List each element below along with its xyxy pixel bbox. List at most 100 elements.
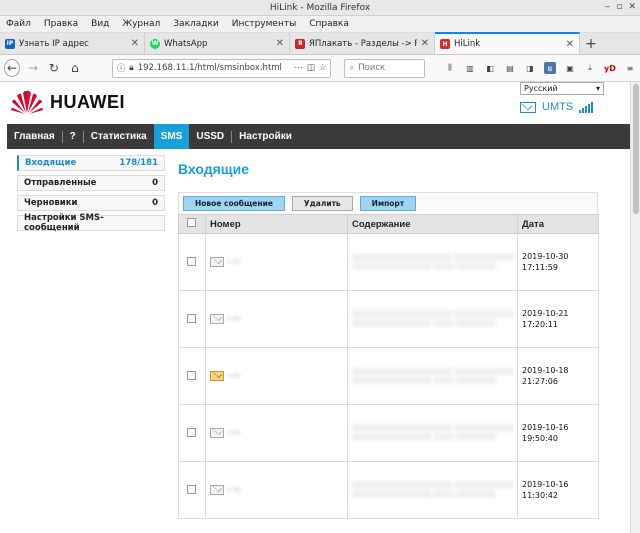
url-bar[interactable]: ⓘ 🔒︎ 192.168.11.1/html/smsinbox.html ⋯ ◫…	[111, 58, 332, 78]
menu-history[interactable]: Журнал	[122, 19, 160, 29]
hamburger-menu-icon[interactable]: ≡	[624, 62, 636, 74]
tab-ip[interactable]: IP Узнать IP адрес ✕	[0, 33, 145, 54]
yandex-icon[interactable]: yD	[604, 62, 616, 74]
screenshot-icon[interactable]: ▣	[564, 62, 576, 74]
table-row[interactable]: +70 ░░░░░░░░░░░░░░░░░░░░ ░░░░░░░░░░░░ ░░░…	[178, 347, 599, 405]
envelope-icon	[210, 484, 224, 495]
select-all-checkbox[interactable]	[187, 218, 196, 227]
home-icon[interactable]: ⌂	[67, 59, 83, 77]
row-checkbox[interactable]	[187, 256, 196, 266]
sidebar-item-label: Отправленные	[24, 178, 97, 188]
maximize-icon[interactable]: ▫	[616, 2, 622, 12]
table-header-row: Номер Содержание Дата	[178, 214, 599, 234]
row-content-cell[interactable]: ░░░░░░░░░░░░░░░░░░░░ ░░░░░░░░░░░░ ░░░░░░…	[347, 233, 518, 291]
sidebar-item-drafts[interactable]: Черновики 0	[17, 195, 165, 211]
whatsapp-favicon-icon: W	[150, 38, 160, 49]
menu-edit[interactable]: Правка	[44, 19, 78, 29]
reader-icon[interactable]: ◨	[524, 62, 536, 74]
row-content-cell[interactable]: ░░░░░░░░░░░░░░░░░░░░ ░░░░░░░░░░░░ ░░░░░░…	[347, 461, 518, 519]
download-icon[interactable]: ⤓	[584, 62, 596, 74]
page-scrollbar[interactable]: ▲	[630, 82, 640, 533]
row-checkbox[interactable]	[187, 313, 196, 323]
menu-help[interactable]: Справка	[309, 19, 349, 29]
redacted-number-blur: +70	[226, 429, 241, 438]
menu-tools[interactable]: Инструменты	[232, 19, 296, 29]
nav-help[interactable]: ?	[63, 124, 83, 149]
extension-icon[interactable]: ◧	[484, 62, 496, 74]
minimize-icon[interactable]: ‒	[605, 2, 611, 12]
network-type: UMTS	[542, 101, 574, 113]
sms-table: Номер Содержание Дата +70 ░░░░░░░░░░░░░░░…	[178, 214, 599, 519]
nav-sms[interactable]: SMS	[153, 124, 190, 149]
row-select-cell	[178, 290, 206, 348]
pocket-icon[interactable]: ◫	[307, 63, 315, 73]
menu-file[interactable]: Файл	[6, 19, 31, 29]
search-placeholder: Поиск	[358, 63, 386, 73]
tab-close-icon[interactable]: ✕	[276, 38, 284, 49]
new-message-button[interactable]: Новое сообщение	[183, 196, 285, 211]
search-input[interactable]: ⌕ Поиск	[344, 58, 425, 78]
nav-ussd[interactable]: USSD	[189, 124, 231, 149]
tab-close-icon[interactable]: ✕	[421, 38, 429, 49]
sidebar-item-sent[interactable]: Отправленные 0	[17, 175, 165, 191]
yaplakal-favicon-icon: Я	[295, 38, 305, 49]
sidebar-item-count: 0	[152, 198, 158, 208]
row-content-cell[interactable]: ░░░░░░░░░░░░░░░░░░░░ ░░░░░░░░░░░░ ░░░░░░…	[347, 347, 518, 405]
nav-statistics[interactable]: Статистика	[84, 124, 154, 149]
delete-button[interactable]: Удалить	[291, 196, 353, 211]
row-checkbox[interactable]	[187, 427, 196, 437]
mail-icon[interactable]	[520, 101, 536, 113]
row-checkbox[interactable]	[187, 484, 196, 494]
search-icon: ⌕	[349, 63, 355, 73]
table-row[interactable]: +70 ░░░░░░░░░░░░░░░░░░░░ ░░░░░░░░░░░░ ░░░…	[178, 233, 599, 291]
signal-strength-icon	[579, 101, 594, 113]
info-icon[interactable]: ⓘ	[117, 62, 126, 74]
row-select-cell	[178, 461, 206, 519]
row-content-cell[interactable]: ░░░░░░░░░░░░░░░░░░░░ ░░░░░░░░░░░░ ░░░░░░…	[347, 404, 518, 462]
new-tab-icon[interactable]: +	[580, 33, 602, 54]
url-text[interactable]: 192.168.11.1/html/smsinbox.html	[138, 63, 291, 73]
tab-close-icon[interactable]: ✕	[131, 38, 139, 49]
column-header-content: Содержание	[347, 214, 518, 234]
hilink-header: HUAWEI Русский UMTS	[0, 82, 630, 124]
redacted-text-blur: ░░░░░░░░░░░░░░░░░░░░ ░░░░░░░░░░░░ ░░░░░░…	[352, 424, 515, 441]
language-select[interactable]: Русский	[520, 82, 604, 95]
scrollbar-thumb[interactable]	[633, 84, 639, 214]
import-button[interactable]: Импорт	[359, 196, 417, 211]
tab-hilink[interactable]: H HiLink ✕	[435, 32, 580, 54]
container-icon[interactable]: ▤	[504, 62, 516, 74]
sms-content: Входящие Новое сообщение Удалить Импорт …	[178, 155, 599, 519]
forward-arrow-icon[interactable]: →	[25, 59, 41, 77]
tab-label: HiLink	[454, 39, 481, 49]
tab-yaplakal[interactable]: Я ЯПлакать - Разделы -> Редакт ✕	[290, 33, 435, 54]
table-row[interactable]: +70 ░░░░░░░░░░░░░░░░░░░░ ░░░░░░░░░░░░ ░░░…	[178, 290, 599, 348]
close-icon[interactable]: ✕	[628, 2, 636, 12]
library-icon[interactable]: ⫼	[444, 62, 456, 74]
menu-bookmarks[interactable]: Закладки	[173, 19, 219, 29]
page-actions-icon[interactable]: ⋯	[294, 63, 303, 73]
window-controls: ‒ ▫ ✕	[605, 2, 636, 12]
row-number-cell: +70	[205, 404, 348, 462]
sidebar-icon[interactable]: ▥	[464, 62, 476, 74]
vk-icon[interactable]: в	[543, 62, 556, 74]
bookmark-star-icon[interactable]: ☆	[319, 63, 327, 73]
row-date-cell: 2019-10-30 17:11:59	[517, 233, 599, 291]
menu-view[interactable]: Вид	[91, 19, 109, 29]
reload-icon[interactable]: ↻	[46, 59, 62, 77]
back-arrow-icon[interactable]: ←	[4, 59, 21, 77]
tab-whatsapp[interactable]: W WhatsApp ✕	[145, 33, 290, 54]
column-header-number: Номер	[205, 214, 348, 234]
row-checkbox[interactable]	[187, 370, 196, 380]
row-date-cell: 2019-10-21 17:20:11	[517, 290, 599, 348]
nav-settings[interactable]: Настройки	[232, 124, 299, 149]
tab-label: WhatsApp	[164, 38, 208, 49]
sidebar-item-sms-settings[interactable]: Настройки SMS-сообщений	[17, 213, 165, 233]
table-row[interactable]: +70 ░░░░░░░░░░░░░░░░░░░░ ░░░░░░░░░░░░ ░░░…	[178, 404, 599, 462]
tab-close-icon[interactable]: ✕	[566, 39, 574, 50]
nav-home[interactable]: Главная	[7, 124, 62, 149]
tab-bar: IP Узнать IP адрес ✕ W WhatsApp ✕ Я ЯПла…	[0, 32, 640, 55]
table-row[interactable]: +70 ░░░░░░░░░░░░░░░░░░░░ ░░░░░░░░░░░░ ░░░…	[178, 461, 599, 519]
sidebar-item-inbox[interactable]: Входящие 178/181	[17, 155, 165, 171]
row-content-cell[interactable]: ░░░░░░░░░░░░░░░░░░░░ ░░░░░░░░░░░░ ░░░░░░…	[347, 290, 518, 348]
insecure-lock-icon[interactable]: 🔒︎	[129, 63, 134, 73]
